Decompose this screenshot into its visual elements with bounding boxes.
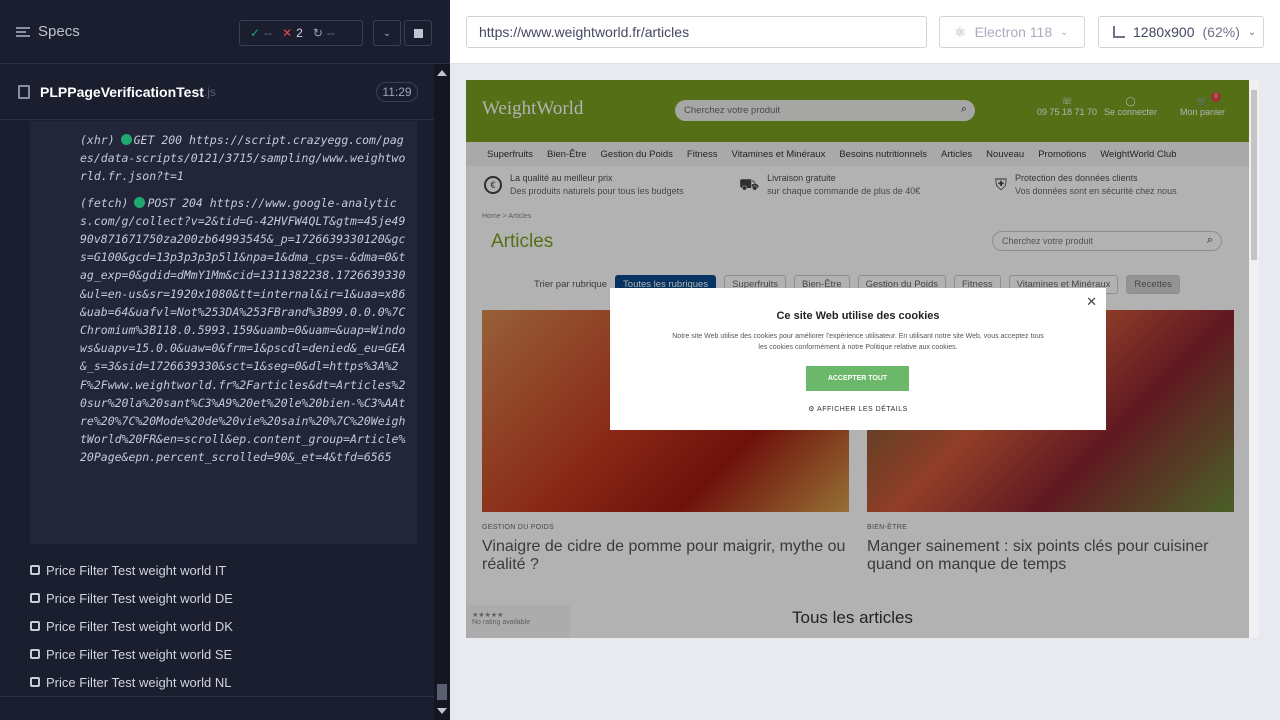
checkbox-icon (30, 621, 40, 631)
browser-selector[interactable]: ⚛ Electron 118 ⌄ (939, 16, 1085, 48)
app-scrollbar[interactable] (1249, 80, 1259, 638)
checkbox-icon (30, 649, 40, 659)
log-method: GET 200 (133, 133, 183, 147)
specs-title: Specs (38, 23, 80, 40)
test-label: Price Filter Test weight world NL (46, 674, 232, 690)
specs-header: Specs ✓ -- ✕ 2 ↻ -- ⌄ (0, 0, 450, 64)
viewport-selector[interactable]: 1280x900 (62%) ⌄ (1098, 16, 1264, 48)
accept-all-button[interactable]: ACCEPTER TOUT (806, 366, 909, 391)
checkbox-icon (30, 593, 40, 603)
stop-icon (413, 28, 423, 38)
test-label: Price Filter Test weight world IT (46, 562, 227, 578)
zoom-level: (62%) (1202, 24, 1240, 40)
command-log: (xhr) GET 200 https://script.crazyegg.com… (30, 121, 417, 544)
url-field[interactable]: https://www.weightworld.fr/articles (466, 16, 927, 48)
x-icon: ✕ (282, 26, 293, 40)
cookie-modal: ✕ Ce site Web utilise des cookies Notre … (610, 288, 1106, 430)
test-list: Price Filter Test weight world IT Price … (30, 556, 233, 696)
close-icon[interactable]: ✕ (1086, 294, 1097, 310)
log-entry[interactable]: (xhr) GET 200 https://script.crazyegg.com… (80, 131, 409, 186)
stop-button[interactable] (404, 20, 432, 46)
test-label: Price Filter Test weight world DE (46, 590, 233, 606)
viewport-size: 1280x900 (1133, 24, 1195, 40)
pending-icon: ↻ (312, 26, 323, 40)
pending-count: -- (326, 26, 335, 40)
electron-icon: ⚛ (954, 23, 967, 40)
status-dot-icon (134, 196, 146, 208)
scroll-up-icon[interactable] (437, 70, 447, 76)
test-item[interactable]: Price Filter Test weight world SE (30, 640, 233, 668)
menu-icon[interactable] (16, 26, 30, 37)
test-item[interactable]: Price Filter Test weight world DK (30, 612, 233, 640)
cookie-title: Ce site Web utilise des cookies (776, 310, 940, 322)
reporter-scrollbar[interactable] (434, 64, 450, 720)
log-type: (xhr) (80, 133, 115, 147)
app-frame: WeightWorld Cherchez votre produit ⌕ ☏ 09… (466, 80, 1249, 638)
expand-button[interactable]: ⌄ (373, 20, 401, 46)
log-entry[interactable]: (fetch) POST 204 https://www.google-analy… (80, 194, 409, 467)
chevron-down-icon: ⌄ (1060, 26, 1069, 38)
show-details-link[interactable]: ⚙ AFFICHER LES DÉTAILS (610, 405, 1106, 413)
chevron-down-icon: ⌄ (382, 27, 392, 39)
log-method: POST 204 (147, 195, 203, 210)
status-dot-icon (120, 134, 132, 145)
scroll-thumb[interactable] (1251, 90, 1257, 260)
test-item[interactable]: Price Filter Test weight world NL (30, 668, 233, 696)
test-label: Price Filter Test weight world SE (46, 646, 233, 662)
scroll-thumb[interactable] (437, 684, 447, 700)
spec-row[interactable]: PLPPageVerificationTest .js 11:29 (0, 64, 434, 120)
gear-icon: ⚙ (808, 406, 815, 413)
details-label: AFFICHER LES DÉTAILS (817, 406, 908, 413)
reporter-panel: Specs ✓ -- ✕ 2 ↻ -- ⌄ PLPPageVerificationTe… (0, 0, 450, 720)
test-item[interactable]: Price Filter Test weight world IT (30, 556, 233, 584)
check-icon: ✓ (250, 26, 261, 40)
spec-name: PLPPageVerificationTest (40, 83, 204, 100)
scroll-down-icon[interactable] (437, 708, 447, 714)
log-url: https://www.google-analytics.com/g/colle… (80, 195, 406, 465)
passed-count: -- (264, 26, 273, 40)
aut-toolbar: https://www.weightworld.fr/articles ⚛ El… (450, 0, 1280, 64)
test-stats: ✓ -- ✕ 2 ↻ -- (239, 20, 363, 46)
checkbox-icon (30, 565, 40, 575)
ruler-icon (1113, 26, 1125, 38)
test-label: Price Filter Test weight world DK (46, 618, 233, 634)
document-icon (18, 84, 30, 99)
spec-time: 11:29 (376, 82, 418, 102)
checkbox-icon (30, 677, 40, 687)
cookie-text: Notre site Web utilise des cookies pour … (672, 333, 1044, 351)
failed-count: 2 (296, 26, 303, 40)
divider (0, 696, 434, 697)
test-item[interactable]: Price Filter Test weight world DE (30, 584, 233, 612)
chevron-down-icon: ⌄ (1247, 26, 1257, 38)
log-type: (fetch) (80, 195, 129, 210)
spec-ext: .js (203, 84, 216, 99)
browser-label: Electron 118 (974, 24, 1053, 40)
